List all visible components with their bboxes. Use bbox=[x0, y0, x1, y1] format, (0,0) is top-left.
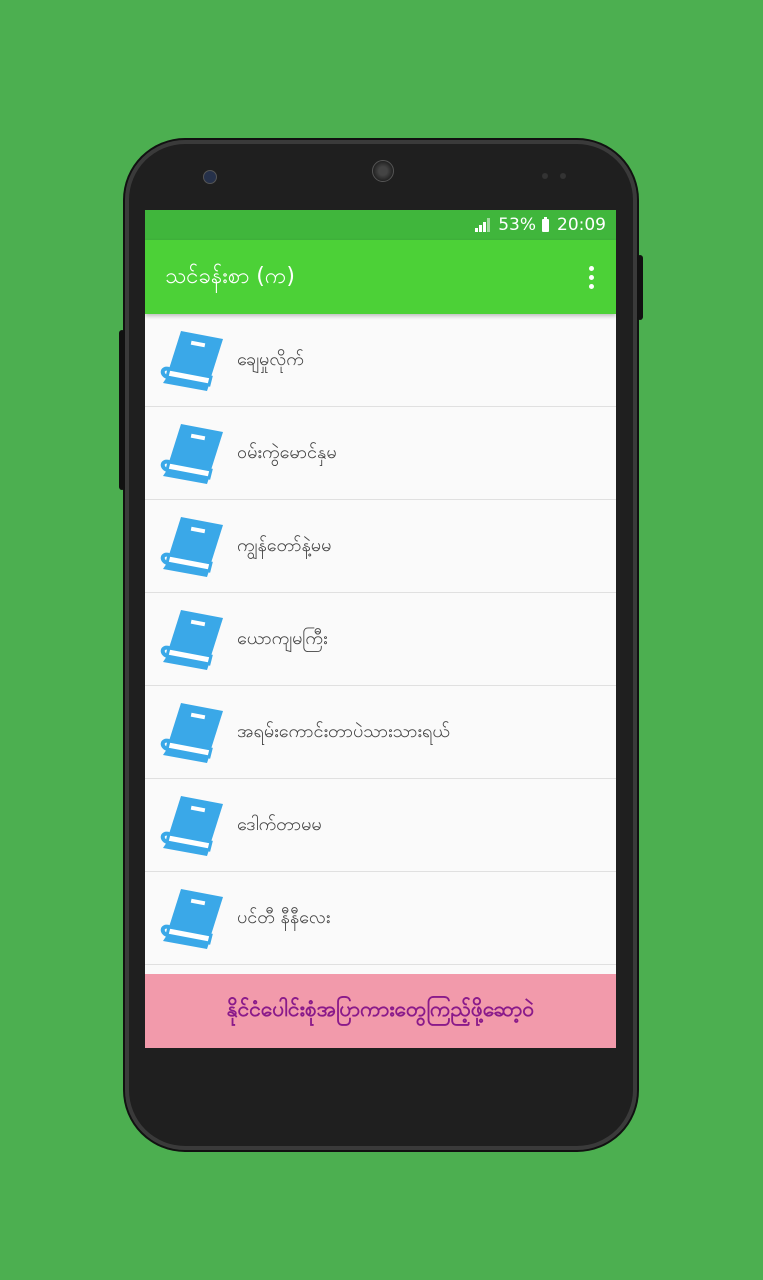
list-item[interactable]: ယောကျမကြီး bbox=[145, 593, 616, 686]
banner-text: နိုင်ငံပေါင်းစုံအပြာကားတွေကြည့်ဖို့ဆော့ဝ… bbox=[226, 996, 535, 1021]
signal-icon bbox=[475, 218, 491, 232]
book-icon bbox=[160, 610, 223, 670]
list-item[interactable]: ပင်တီ နီနီလေး bbox=[145, 872, 616, 965]
battery-icon bbox=[542, 216, 549, 232]
list-item[interactable]: ဝမ်းကွဲမောင်နှမ bbox=[145, 407, 616, 500]
list-item[interactable]: အရမ်းကောင်းတာပဲသားသားရယ် bbox=[145, 686, 616, 779]
page-title: သင်ခန်းစာ (က) bbox=[165, 263, 295, 289]
story-list: ချေမှုလိုက် ဝမ်းကွဲမောင်နှမ ကျွန်တော်နဲ့… bbox=[145, 314, 616, 965]
list-item[interactable]: ကျွန်တော်နဲ့မမ bbox=[145, 500, 616, 593]
app-bar: သင်ခန်းစာ (က) bbox=[145, 240, 616, 314]
list-item-label: ပင်တီ နီနီလေး bbox=[237, 906, 331, 928]
light-sensor bbox=[560, 173, 566, 179]
book-icon bbox=[160, 517, 223, 577]
list-item[interactable]: ဒေါက်တာမမ bbox=[145, 779, 616, 872]
list-item[interactable]: ချေမှုလိုက် bbox=[145, 314, 616, 407]
promo-banner[interactable]: နိုင်ငံပေါင်းစုံအပြာကားတွေကြည့်ဖို့ဆော့ဝ… bbox=[145, 974, 616, 1048]
clock: 20:09 bbox=[557, 215, 606, 235]
power-button bbox=[637, 255, 643, 320]
more-vert-icon[interactable] bbox=[583, 260, 600, 295]
battery-percent: 53% bbox=[498, 215, 536, 235]
volume-button bbox=[119, 330, 125, 490]
book-icon bbox=[160, 889, 223, 949]
list-item-label: ဝမ်းကွဲမောင်နှမ bbox=[237, 441, 337, 463]
list-item-label: ချေမှုလိုက် bbox=[237, 348, 304, 370]
front-camera bbox=[203, 170, 217, 184]
proximity-sensor bbox=[542, 173, 548, 179]
list-item-label: ဒေါက်တာမမ bbox=[237, 813, 322, 835]
book-icon bbox=[160, 331, 223, 391]
status-bar: 53% 20:09 bbox=[145, 210, 616, 240]
earpiece-speaker bbox=[372, 160, 394, 182]
book-icon bbox=[160, 424, 223, 484]
book-icon bbox=[160, 796, 223, 856]
list-item-label: အရမ်းကောင်းတာပဲသားသားရယ် bbox=[237, 720, 450, 742]
book-icon bbox=[160, 703, 223, 763]
list-item-label: ကျွန်တော်နဲ့မမ bbox=[237, 534, 332, 556]
list-item-label: ယောကျမကြီး bbox=[237, 627, 328, 649]
app-screen: 53% 20:09 သင်ခန်းစာ (က) ချေမှုလိုက် ဝမ်း… bbox=[145, 210, 616, 1048]
